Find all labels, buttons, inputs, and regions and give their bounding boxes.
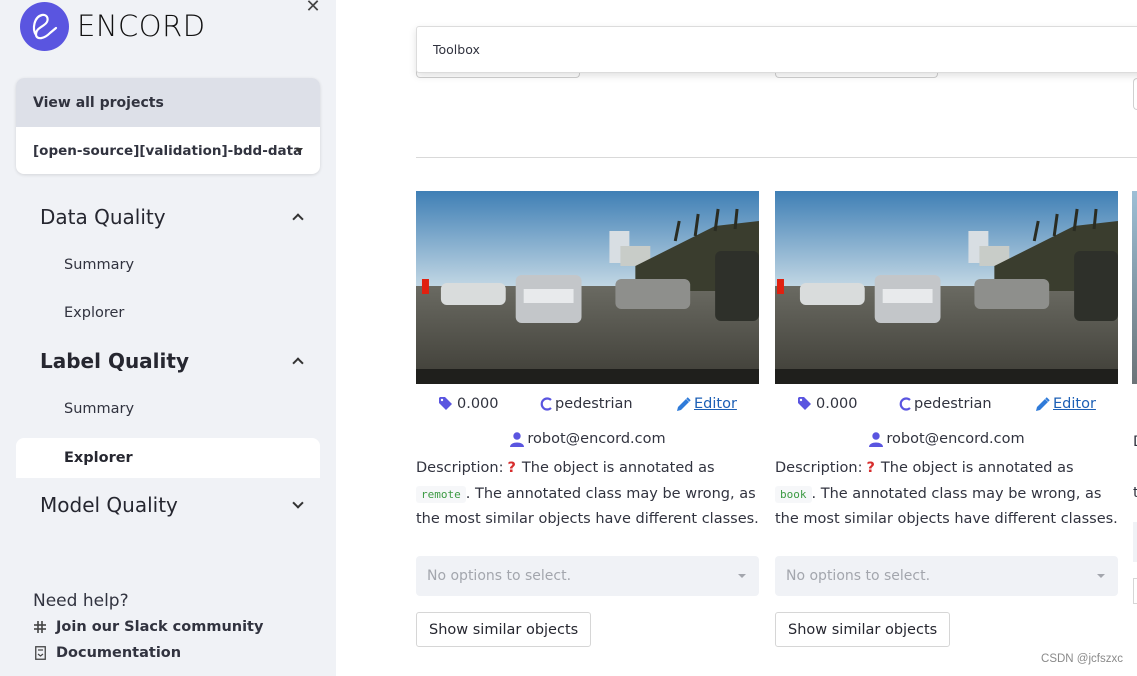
nav-section-label-quality[interactable]: Label Quality bbox=[40, 349, 310, 373]
card-meta-row: 0.000 pedestrian Editor bbox=[775, 396, 1119, 422]
toolbox-expander[interactable]: Toolbox bbox=[416, 26, 1137, 73]
class-name-value: pedestrian bbox=[914, 396, 992, 412]
card-description: Description:? The object is annotated as … bbox=[416, 456, 760, 533]
annotator-email: robot@encord.com bbox=[527, 431, 666, 447]
card-image-partial bbox=[1132, 191, 1137, 384]
caret-down-icon bbox=[1097, 574, 1105, 578]
nav-section-model-quality[interactable]: Model Quality bbox=[40, 493, 310, 517]
tag-select-placeholder: No options to select. bbox=[427, 568, 572, 584]
nav-section-label: Data Quality bbox=[40, 205, 166, 229]
label-card: 0.000 pedestrian Editor robot@encord.com… bbox=[416, 191, 760, 647]
class-name-value: pedestrian bbox=[555, 396, 633, 412]
card-description: Description:? The object is annotated as … bbox=[775, 456, 1119, 533]
annotated-class-code: remote bbox=[416, 485, 466, 503]
annotator-email: robot@encord.com bbox=[886, 431, 1025, 447]
sidebar: ENCORD ✕ View all projects [open-source]… bbox=[0, 0, 336, 676]
caret-down-icon bbox=[738, 574, 746, 578]
close-icon: ✕ bbox=[305, 0, 321, 17]
class-name: pedestrian bbox=[899, 396, 992, 412]
question-mark-icon: ? bbox=[866, 460, 875, 476]
score: 0.000 bbox=[798, 396, 858, 412]
partial-select bbox=[1133, 522, 1137, 562]
watermark: CSDN @jcfszxc bbox=[1041, 653, 1123, 665]
tag-icon bbox=[798, 397, 811, 410]
label-card: 0.000 pedestrian Editor robot@encord.com… bbox=[775, 191, 1119, 647]
show-similar-objects-button[interactable]: Show similar objects bbox=[775, 612, 951, 647]
tag-select[interactable]: No options to select. bbox=[416, 556, 759, 596]
score: 0.000 bbox=[439, 396, 499, 412]
description-text: The object is annotated as bbox=[880, 460, 1074, 476]
slack-icon bbox=[33, 621, 47, 633]
chevron-up-icon bbox=[292, 357, 304, 369]
encord-logo-icon bbox=[20, 1, 69, 51]
caret-down-icon bbox=[295, 148, 303, 153]
class-c-icon bbox=[540, 397, 552, 411]
partial-text: t bbox=[1133, 485, 1137, 501]
class-c-icon bbox=[899, 397, 911, 411]
slack-link-label: Join our Slack community bbox=[56, 619, 264, 635]
nav-section-label: Label Quality bbox=[40, 349, 189, 373]
show-similar-objects-button[interactable]: Show similar objects bbox=[416, 612, 592, 647]
description-prefix: Description: bbox=[416, 460, 504, 476]
brand-name: ENCORD bbox=[77, 9, 206, 43]
nav-item-label-explorer[interactable]: Explorer bbox=[16, 438, 320, 478]
help-title: Need help? bbox=[33, 591, 129, 611]
partial-button bbox=[1133, 578, 1137, 604]
annotator: robot@encord.com bbox=[416, 427, 760, 451]
editor-link-label[interactable]: Editor bbox=[1053, 396, 1096, 412]
partial-text: D bbox=[1133, 434, 1137, 450]
card-image[interactable] bbox=[416, 191, 759, 384]
tag-icon bbox=[439, 397, 452, 410]
documentation-link-label: Documentation bbox=[56, 645, 182, 661]
description-text-post: . The annotated class may be wrong, as t… bbox=[775, 485, 1118, 528]
score-value: 0.000 bbox=[457, 396, 499, 412]
question-mark-icon: ? bbox=[507, 460, 516, 476]
hidden-button-edge bbox=[1133, 78, 1137, 110]
book-icon bbox=[33, 646, 47, 660]
documentation-link[interactable]: Documentation bbox=[33, 645, 181, 661]
view-all-projects-button[interactable]: View all projects bbox=[16, 78, 320, 127]
nav-item-data-explorer[interactable]: Explorer bbox=[64, 305, 124, 321]
card-meta-row: 0.000 pedestrian Editor bbox=[416, 396, 760, 422]
main-content: Toolbox 0.000 pedestrian Editor robot@en… bbox=[336, 0, 1137, 676]
chevron-up-icon bbox=[292, 213, 304, 225]
description-prefix: Description: bbox=[775, 460, 863, 476]
score-value: 0.000 bbox=[816, 396, 858, 412]
tag-select-placeholder: No options to select. bbox=[786, 568, 931, 584]
editor-link[interactable]: Editor bbox=[1035, 396, 1096, 412]
project-select-value: [open-source][validation]-bdd-data bbox=[33, 142, 303, 159]
nav-item-label-summary[interactable]: Summary bbox=[64, 401, 134, 417]
class-name: pedestrian bbox=[540, 396, 633, 412]
nav-item-data-summary[interactable]: Summary bbox=[64, 257, 134, 273]
editor-link-label[interactable]: Editor bbox=[694, 396, 737, 412]
nav-section-label: Model Quality bbox=[40, 493, 178, 517]
card-image[interactable] bbox=[775, 191, 1118, 384]
slack-community-link[interactable]: Join our Slack community bbox=[33, 619, 263, 635]
annotated-class-code: book bbox=[775, 485, 812, 503]
toolbox-label: Toolbox bbox=[433, 42, 480, 57]
description-text-post: . The annotated class may be wrong, as t… bbox=[416, 485, 759, 528]
editor-link[interactable]: Editor bbox=[676, 396, 737, 412]
section-divider bbox=[416, 157, 1137, 158]
project-box: View all projects [open-source][validati… bbox=[16, 78, 320, 174]
close-sidebar-button[interactable]: ✕ bbox=[303, 0, 323, 18]
project-select[interactable]: [open-source][validation]-bdd-data bbox=[16, 127, 320, 174]
nav-section-data-quality[interactable]: Data Quality bbox=[40, 205, 310, 229]
tag-select[interactable]: No options to select. bbox=[775, 556, 1118, 596]
user-icon bbox=[510, 431, 525, 447]
encord-logo: ENCORD bbox=[20, 1, 206, 51]
pencil-icon bbox=[1036, 396, 1050, 411]
annotator: robot@encord.com bbox=[775, 427, 1119, 451]
user-icon bbox=[869, 431, 884, 447]
pencil-icon bbox=[677, 396, 691, 411]
description-text: The object is annotated as bbox=[521, 460, 715, 476]
chevron-down-icon bbox=[292, 497, 304, 509]
